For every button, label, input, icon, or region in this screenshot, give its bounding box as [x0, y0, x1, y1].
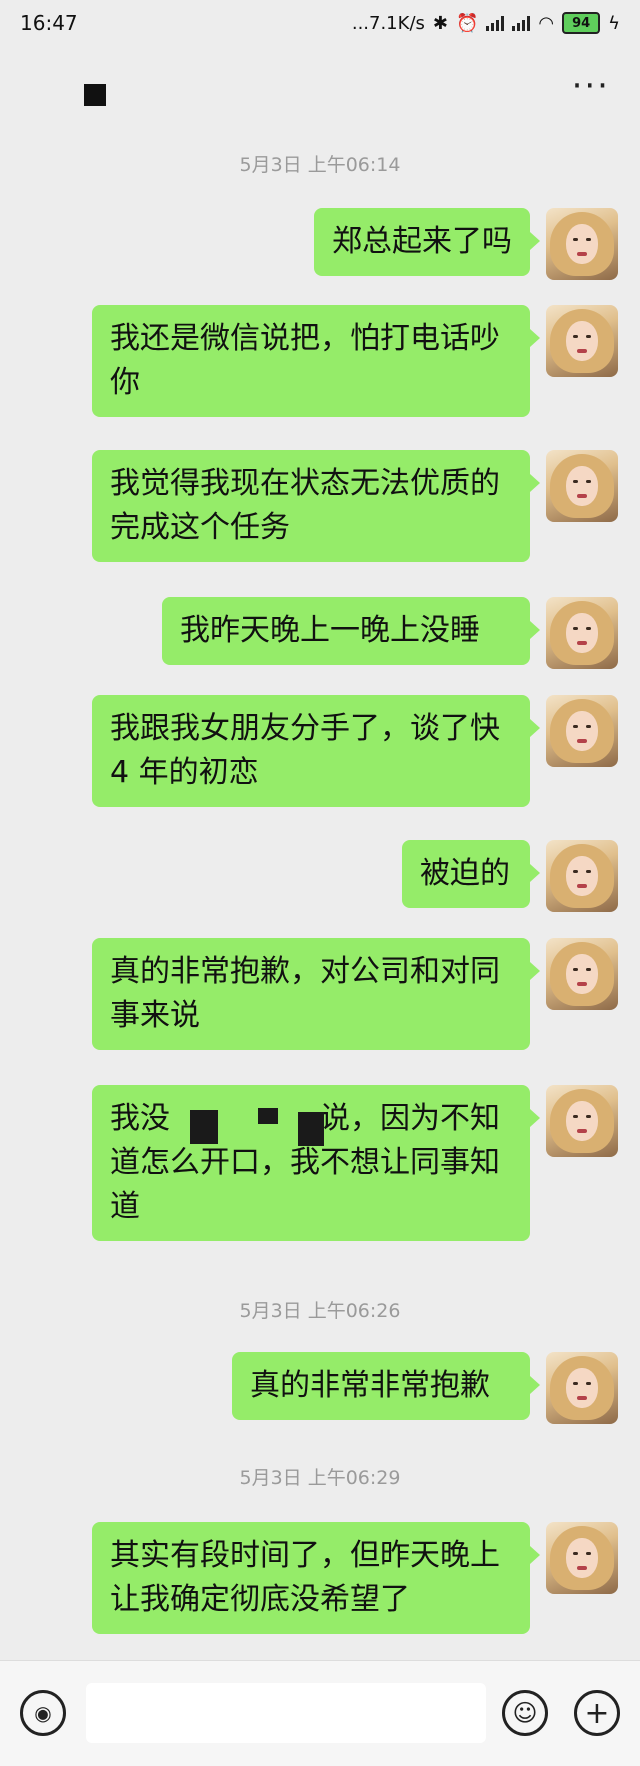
- emoji-icon[interactable]: ☺: [502, 1690, 548, 1736]
- signal-hd-icon: [512, 15, 531, 31]
- message-row: 郑总起来了吗: [314, 208, 618, 280]
- chat-title-redacted: [84, 84, 106, 106]
- message-row: 我觉得我现在状态无法优质的完成这个任务: [92, 450, 618, 562]
- redaction-mask: [298, 1112, 324, 1146]
- chat-header: ···: [0, 62, 640, 124]
- message-bubble[interactable]: 我觉得我现在状态无法优质的完成这个任务: [92, 450, 540, 562]
- add-icon[interactable]: +: [574, 1690, 620, 1736]
- timestamp: 5月3日 上午06:29: [239, 1467, 401, 1489]
- message-row: 我跟我女朋友分手了，谈了快 4 年的初恋: [92, 695, 618, 807]
- avatar[interactable]: [546, 597, 618, 669]
- message-bubble[interactable]: 郑总起来了吗: [314, 208, 540, 276]
- message-bubble[interactable]: 我跟我女朋友分手了，谈了快 4 年的初恋: [92, 695, 540, 807]
- more-icon[interactable]: ···: [572, 66, 610, 106]
- message-bubble[interactable]: 其实有段时间了，但昨天晚上让我确定彻底没希望了: [92, 1522, 540, 1634]
- alarm-icon: ⏰: [455, 12, 479, 34]
- message-row: 其实有段时间了，但昨天晚上让我确定彻底没希望了: [92, 1522, 618, 1634]
- message-row: 真的非常抱歉，对公司和对同事来说: [92, 938, 618, 1050]
- status-time: 16:47: [20, 11, 78, 35]
- avatar[interactable]: [546, 450, 618, 522]
- avatar[interactable]: [546, 208, 618, 280]
- timestamp: 5月3日 上午06:14: [239, 154, 401, 176]
- network-speed: ...7.1K/s: [351, 12, 425, 34]
- redaction-mask: [258, 1108, 278, 1124]
- battery-level: 94: [572, 15, 591, 31]
- input-bar: ◉ ☺ +: [0, 1660, 640, 1766]
- message-input[interactable]: [86, 1683, 486, 1743]
- avatar[interactable]: [546, 840, 618, 912]
- message-row: 被迫的: [402, 840, 618, 912]
- avatar[interactable]: [546, 305, 618, 377]
- message-row: 我没 说，因为不知道怎么开口，我不想让同事知道: [92, 1085, 618, 1241]
- message-row: 我还是微信说把，怕打电话吵你: [92, 305, 618, 417]
- message-bubble[interactable]: 我还是微信说把，怕打电话吵你: [92, 305, 540, 417]
- avatar[interactable]: [546, 1522, 618, 1594]
- bluetooth-icon: ✱: [432, 12, 448, 34]
- message-bubble[interactable]: 真的非常非常抱歉: [232, 1352, 540, 1420]
- status-icons: ...7.1K/s ✱ ⏰ ◠ 94 ϟ: [352, 12, 620, 34]
- battery-icon: 94: [562, 12, 601, 34]
- message-row: 真的非常非常抱歉: [232, 1352, 618, 1424]
- message-bubble[interactable]: 被迫的: [402, 840, 540, 908]
- avatar[interactable]: [546, 938, 618, 1010]
- avatar[interactable]: [546, 695, 618, 767]
- message-bubble[interactable]: 我没 说，因为不知道怎么开口，我不想让同事知道: [92, 1085, 540, 1241]
- charging-icon: ϟ: [608, 12, 620, 34]
- wifi-icon: ◠: [538, 12, 555, 34]
- message-bubble[interactable]: 真的非常抱歉，对公司和对同事来说: [92, 938, 540, 1050]
- timestamp: 5月3日 上午06:26: [239, 1300, 401, 1322]
- avatar[interactable]: [546, 1352, 618, 1424]
- avatar[interactable]: [546, 1085, 618, 1157]
- status-bar: 16:47 ...7.1K/s ✱ ⏰ ◠ 94 ϟ: [0, 0, 640, 46]
- signal-icon: [486, 15, 505, 31]
- redaction-mask: [190, 1110, 218, 1144]
- message-bubble[interactable]: 我昨天晚上一晚上没睡: [162, 597, 540, 665]
- voice-icon[interactable]: ◉: [20, 1690, 66, 1736]
- message-row: 我昨天晚上一晚上没睡: [162, 597, 618, 669]
